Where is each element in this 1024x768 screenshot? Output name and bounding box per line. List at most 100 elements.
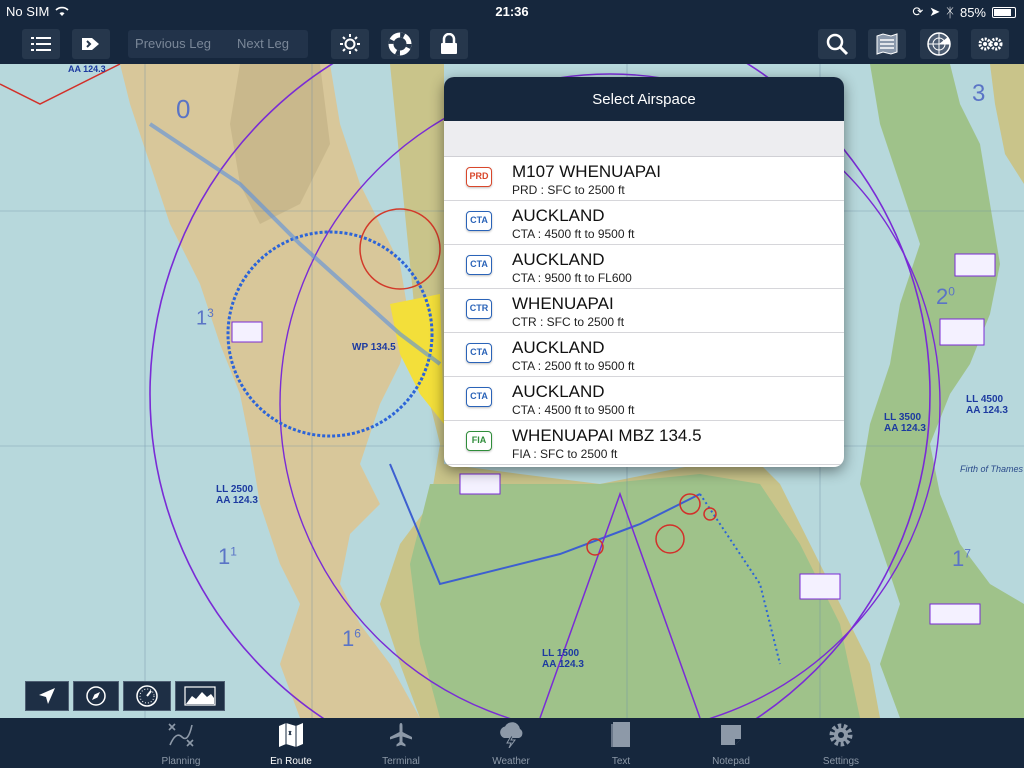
brightness-button[interactable]	[331, 29, 369, 59]
emergency-button[interactable]	[381, 29, 419, 59]
airspace-name: AUCKLAND	[512, 338, 605, 358]
sector-number-0: 0	[176, 94, 190, 125]
airspace-type-badge: CTA	[466, 211, 492, 231]
airspace-row[interactable]: FIA WHENUAPAI MBZ 134.5FIA : SFC to 2500 …	[444, 421, 844, 465]
sector-number-20: 20	[936, 284, 955, 310]
airspace-row[interactable]: PRD M107 WHENUAPAIPRD : SFC to 2500 ft	[444, 157, 844, 201]
airspace-name: WHENUAPAI MBZ 134.5	[512, 426, 702, 446]
airspace-detail: CTA : 9500 ft to FL600	[512, 271, 632, 285]
airspace-detail: CTA : 2500 ft to 9500 ft	[512, 359, 635, 373]
track-up-button[interactable]	[25, 681, 69, 711]
airspace-row[interactable]: CTA AUCKLANDCTA : 9500 ft to FL600	[444, 245, 844, 289]
terrain-profile-icon	[184, 686, 216, 706]
airspace-label-west: LL 2500AA 124.3	[216, 484, 258, 506]
select-airspace-popup: Select Airspace PRD M107 WHENUAPAIPRD : S…	[444, 77, 844, 467]
settings-gear-icon	[827, 721, 855, 749]
tab-weather[interactable]: Weather	[456, 718, 566, 768]
airplane-icon	[388, 722, 414, 748]
airspace-name: WHENUAPAI	[512, 294, 614, 314]
bluetooth-icon: ᛡ	[946, 5, 954, 20]
airspace-detail: FIA : SFC to 2500 ft	[512, 447, 617, 461]
en-route-map-icon	[277, 722, 305, 748]
firth-of-thames-label: Firth of Thames	[960, 464, 1023, 474]
instruments-button[interactable]	[123, 681, 171, 711]
tab-text[interactable]: Text	[566, 718, 676, 768]
battery-percent: 85%	[960, 5, 986, 20]
route-button[interactable]	[72, 29, 110, 59]
radar-button[interactable]	[920, 29, 958, 59]
previous-leg-button[interactable]: Previous Leg	[128, 30, 218, 58]
search-icon	[825, 32, 849, 56]
airspace-name: AUCKLAND	[512, 382, 605, 402]
bottom-tab-bar: Planning En Route Terminal Weather Text …	[0, 718, 1024, 768]
app-window: No SIM 21:36 ⟳ ➤ ᛡ 85% Previous Leg Next…	[0, 0, 1024, 768]
gears-icon	[977, 34, 1003, 54]
location-services-icon: ➤	[929, 4, 940, 20]
book-icon	[610, 721, 632, 749]
clock: 21:36	[0, 4, 1024, 19]
compass-button[interactable]	[73, 681, 119, 711]
land-east-tip	[990, 64, 1024, 184]
wp-frequency-label: WP 134.5	[352, 342, 396, 353]
airspace-detail: CTR : SFC to 2500 ft	[512, 315, 624, 329]
map-layers-button[interactable]	[868, 29, 906, 59]
airspace-name: AUCKLAND	[512, 206, 605, 226]
sector-number-3: 3	[972, 80, 985, 108]
airspace-type-badge: FIA	[466, 431, 492, 451]
popup-search-bar[interactable]	[444, 121, 844, 157]
airspace-row[interactable]: CTA AUCKLANDCTA : 4500 ft to 9500 ft	[444, 377, 844, 421]
sector-number-17: 17	[952, 546, 971, 572]
popup-title: Select Airspace	[444, 77, 844, 121]
lifebuoy-icon	[388, 32, 412, 56]
airspace-list: PRD M107 WHENUAPAIPRD : SFC to 2500 ft CTA…	[444, 157, 844, 465]
airspace-row[interactable]: CTA AUCKLANDCTA : 4500 ft to 9500 ft	[444, 201, 844, 245]
map-layers-icon	[875, 33, 899, 55]
tab-planning[interactable]: Planning	[126, 718, 236, 768]
battery-fill	[994, 9, 1011, 16]
tab-settings[interactable]: Settings	[786, 718, 896, 768]
sector-number-13: 13	[196, 306, 214, 331]
tab-notepad[interactable]: Notepad	[676, 718, 786, 768]
sector-number-16: 16	[342, 626, 361, 652]
airspace-row[interactable]: CTR WHENUAPAICTR : SFC to 2500 ft	[444, 289, 844, 333]
brightness-icon	[339, 33, 361, 55]
airspace-label-east: LL 3500AA 124.3	[884, 412, 926, 434]
rotation-lock-icon: ⟳	[912, 4, 923, 20]
airspace-row[interactable]: CTA AUCKLANDCTA : 2500 ft to 9500 ft	[444, 333, 844, 377]
airspace-name: AUCKLAND	[512, 250, 605, 270]
list-button[interactable]	[22, 29, 60, 59]
tab-en-route[interactable]: En Route	[236, 718, 346, 768]
list-icon	[31, 36, 51, 52]
profile-view-button[interactable]	[175, 681, 225, 711]
airspace-type-badge: CTA	[466, 343, 492, 363]
lock-button[interactable]	[430, 29, 468, 59]
route-forward-icon	[80, 35, 102, 53]
next-leg-button[interactable]: Next Leg	[218, 30, 308, 58]
battery-icon	[992, 7, 1016, 18]
notepad-icon	[719, 723, 743, 747]
gauge-icon	[135, 684, 159, 708]
sector-number-11: 11	[218, 544, 237, 570]
location-arrow-icon	[37, 686, 57, 706]
lock-icon	[440, 33, 458, 55]
settings-tools-button[interactable]	[971, 29, 1009, 59]
airspace-label-far-east: LL 4500AA 124.3	[966, 394, 1008, 416]
tab-terminal[interactable]: Terminal	[346, 718, 456, 768]
top-toolbar: Previous Leg Next Leg	[0, 22, 1024, 64]
airspace-detail: PRD : SFC to 2500 ft	[512, 183, 625, 197]
airspace-type-badge: CTA	[466, 255, 492, 275]
airspace-detail: CTA : 4500 ft to 9500 ft	[512, 403, 635, 417]
planning-icon	[166, 721, 196, 749]
airspace-type-badge: PRD	[466, 167, 492, 187]
airspace-label-south: LL 1500AA 124.3	[542, 648, 584, 670]
radar-icon	[926, 31, 952, 57]
airspace-detail: CTA : 4500 ft to 9500 ft	[512, 227, 635, 241]
aa-label-top: AA 124.3	[68, 64, 106, 74]
airspace-type-badge: CTA	[466, 387, 492, 407]
compass-icon	[85, 685, 107, 707]
leg-navigation: Previous Leg Next Leg	[128, 30, 308, 58]
status-bar: No SIM 21:36 ⟳ ➤ ᛡ 85%	[0, 0, 1024, 22]
search-button[interactable]	[818, 29, 856, 59]
airspace-type-badge: CTR	[466, 299, 492, 319]
airspace-name: M107 WHENUAPAI	[512, 162, 661, 182]
